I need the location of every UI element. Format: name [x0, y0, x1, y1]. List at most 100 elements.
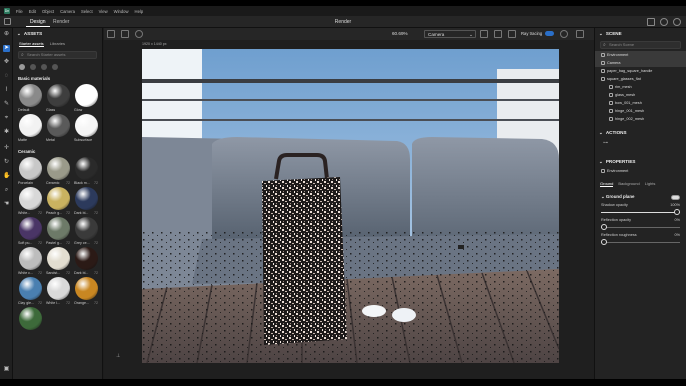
- bookmark-icon[interactable]: [494, 30, 502, 38]
- slider[interactable]: [601, 209, 680, 215]
- chevron-down-icon[interactable]: ⌄: [599, 159, 603, 165]
- gallery-icon[interactable]: ▣: [3, 366, 10, 373]
- material-swatch[interactable]: White l... 72: [46, 277, 70, 306]
- scene-tree-item[interactable]: rim_mesh: [595, 83, 686, 91]
- tab-background[interactable]: Background: [618, 181, 639, 187]
- material-swatch[interactable]: Soft pu... 72: [18, 217, 42, 246]
- menu-file[interactable]: File: [16, 9, 23, 14]
- material-swatch[interactable]: Pastel g... 72: [46, 217, 70, 246]
- light-icon[interactable]: ✱: [3, 129, 10, 136]
- slider[interactable]: [601, 239, 680, 245]
- orbit-icon[interactable]: ↻: [3, 159, 10, 166]
- slider-value[interactable]: 0%: [675, 218, 681, 222]
- material-swatch[interactable]: Clay gle... 72: [18, 277, 42, 306]
- menu-view[interactable]: View: [99, 9, 108, 14]
- zoom-icon[interactable]: ⌕: [3, 187, 10, 194]
- tab-libraries[interactable]: Libraries: [50, 41, 65, 47]
- material-swatch[interactable]: Glass: [46, 84, 70, 113]
- fit-icon[interactable]: [121, 30, 129, 38]
- slider-value[interactable]: 0%: [675, 233, 681, 237]
- material-swatch[interactable]: [18, 307, 42, 336]
- material-swatch[interactable]: Black m... 72: [74, 157, 98, 186]
- menu-camera[interactable]: Camera: [60, 9, 75, 14]
- material-swatch[interactable]: Glow: [74, 84, 98, 113]
- slider-value[interactable]: 100%: [670, 203, 680, 207]
- add-camera-icon[interactable]: [480, 30, 488, 38]
- scene-tree-item[interactable]: hinge_002_mesh: [595, 115, 686, 123]
- view-options-icon[interactable]: [576, 30, 584, 38]
- scene-tree-item[interactable]: hinge_001_mesh: [595, 107, 686, 115]
- tab-lights[interactable]: Lights: [645, 181, 656, 187]
- material-swatch[interactable]: Peach g... 72: [46, 187, 70, 216]
- scene-tree-item[interactable]: paper_bag_square_handle: [595, 67, 686, 75]
- material-swatch[interactable]: Ceramic 72: [46, 157, 70, 186]
- menu-object[interactable]: Object: [42, 9, 54, 14]
- basic-materials-header[interactable]: Basic materials: [13, 73, 102, 84]
- filter-models-icon[interactable]: [19, 64, 25, 70]
- help-icon[interactable]: [673, 18, 681, 26]
- filter-images-icon[interactable]: [52, 64, 58, 70]
- material-swatch[interactable]: Matte: [18, 114, 42, 143]
- magic-select-icon[interactable]: ◌: [3, 73, 10, 80]
- tab-starter-assets[interactable]: Starter assets: [19, 41, 44, 47]
- chevron-down-icon[interactable]: ⌄: [599, 130, 603, 136]
- menu-window[interactable]: Window: [114, 9, 129, 14]
- assets-search-input[interactable]: Search Starter assets: [18, 51, 97, 59]
- material-swatch[interactable]: Default: [18, 84, 42, 113]
- slider-handle[interactable]: [674, 209, 680, 215]
- material-swatch[interactable]: Subsurface: [74, 114, 98, 143]
- ray-tracing-toggle[interactable]: [545, 31, 554, 36]
- chevron-down-icon[interactable]: ⌄: [17, 31, 21, 37]
- share-icon[interactable]: [647, 18, 655, 26]
- ceramic-header[interactable]: Ceramic: [13, 146, 102, 157]
- slider-handle[interactable]: [601, 239, 607, 245]
- eyedropper-icon[interactable]: ⌖: [3, 115, 10, 122]
- menu-help[interactable]: Help: [135, 9, 144, 14]
- action-icon[interactable]: ⊶: [595, 138, 686, 148]
- scene-tree-item[interactable]: bow_001_mesh: [595, 99, 686, 107]
- paint-icon[interactable]: ✎: [3, 101, 10, 108]
- material-swatch[interactable]: Porcelain: [18, 157, 42, 186]
- material-swatch[interactable]: Dark bl... 72: [74, 187, 98, 216]
- scene-tree-item[interactable]: glass_mesh: [595, 91, 686, 99]
- zoom-level[interactable]: 60.69%: [392, 31, 408, 36]
- move-icon[interactable]: ✛: [3, 145, 10, 152]
- slider[interactable]: [601, 224, 680, 230]
- scene-tree-item[interactable]: square_glasses_flat: [595, 75, 686, 83]
- ground-plane-toggle[interactable]: [671, 194, 680, 200]
- filter-materials-icon[interactable]: [30, 64, 36, 70]
- scene-tree-item[interactable]: Environment: [595, 51, 686, 59]
- filter-lights-icon[interactable]: [41, 64, 47, 70]
- material-swatch[interactable]: Sandst... 72: [46, 247, 70, 276]
- visibility-icon[interactable]: [560, 30, 568, 38]
- transform-tool-icon[interactable]: ✥: [3, 59, 10, 66]
- slider-handle[interactable]: [601, 224, 607, 230]
- menu-select[interactable]: Select: [81, 9, 93, 14]
- material-swatch[interactable]: Grey ce... 72: [74, 217, 98, 246]
- frame-icon[interactable]: [107, 30, 115, 38]
- lasso-icon[interactable]: ⌇: [3, 87, 10, 94]
- material-swatch[interactable]: White... 72: [18, 187, 42, 216]
- tab-ground[interactable]: Ground: [600, 181, 614, 187]
- material-swatch[interactable]: Orange... 72: [74, 277, 98, 306]
- home-icon[interactable]: [4, 18, 11, 25]
- tab-render[interactable]: Render: [49, 18, 73, 26]
- tab-design[interactable]: Design: [26, 18, 50, 27]
- scene-tree-item[interactable]: Camera: [595, 59, 686, 67]
- material-swatch[interactable]: Dark bl... 72: [74, 247, 98, 276]
- material-swatch[interactable]: Metal: [46, 114, 70, 143]
- chevron-down-icon[interactable]: ⌄: [599, 31, 603, 37]
- add-icon[interactable]: ⊕: [3, 31, 10, 38]
- pan-icon[interactable]: ✋: [3, 173, 10, 180]
- hand-icon[interactable]: ☚: [3, 201, 10, 208]
- render-preview[interactable]: [142, 49, 559, 363]
- scene-search-input[interactable]: Search Scene: [600, 41, 681, 49]
- menu-edit[interactable]: Edit: [29, 9, 36, 14]
- material-swatch[interactable]: White c... 72: [18, 247, 42, 276]
- info-icon[interactable]: [660, 18, 668, 26]
- settings-icon[interactable]: [508, 30, 516, 38]
- camera-select[interactable]: Camera ⌄: [424, 30, 476, 38]
- snap-icon[interactable]: [135, 30, 143, 38]
- viewport[interactable]: 1920 x 1440 px ⊥: [104, 40, 594, 379]
- select-tool-icon[interactable]: ➤: [3, 45, 10, 52]
